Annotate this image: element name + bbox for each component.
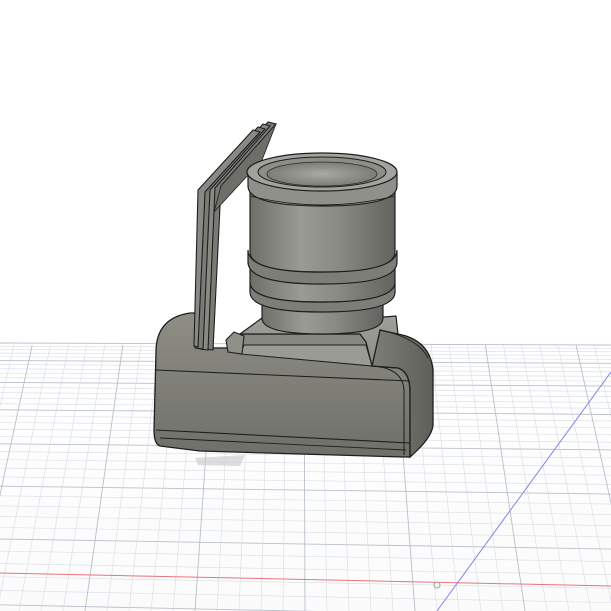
lens-glass xyxy=(266,161,378,187)
grid-line xyxy=(0,505,611,515)
grid-line xyxy=(593,344,611,418)
grid-line xyxy=(575,344,611,505)
grid-line xyxy=(18,344,69,611)
grid-line xyxy=(539,344,592,611)
grid-line xyxy=(0,604,318,611)
grid-line xyxy=(0,467,611,476)
grid-line xyxy=(106,344,142,611)
grid-line xyxy=(0,516,611,526)
model-shadow xyxy=(195,455,245,466)
grid-line xyxy=(521,344,570,611)
grid-line xyxy=(0,344,51,598)
grid-line xyxy=(0,459,611,467)
grid-line xyxy=(466,344,504,611)
grid-line xyxy=(0,344,15,408)
grid-line xyxy=(0,550,611,562)
grid-line xyxy=(0,485,611,495)
grid-line xyxy=(0,538,611,550)
grid-line xyxy=(503,344,548,611)
3d-viewport[interactable] xyxy=(0,0,611,611)
canvas-scene[interactable] xyxy=(0,0,611,611)
shutter-button[interactable] xyxy=(225,331,245,355)
camera-lens[interactable] xyxy=(246,152,398,335)
grid-line xyxy=(0,527,611,538)
grid-line xyxy=(0,476,611,485)
grid-line xyxy=(0,576,611,589)
grid-line xyxy=(484,344,526,611)
grid-line xyxy=(0,590,611,603)
